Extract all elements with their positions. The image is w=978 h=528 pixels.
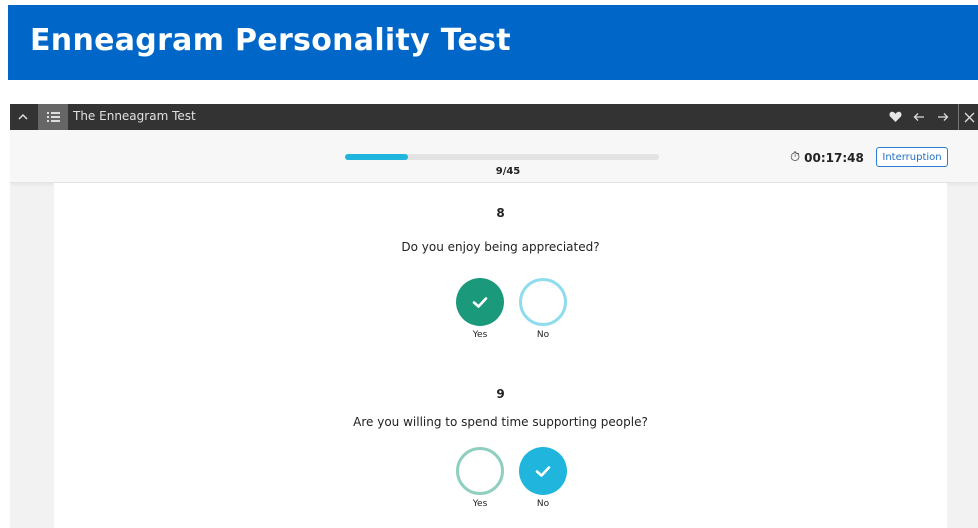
question-number: 9: [496, 387, 505, 401]
answer-yes-label: Yes: [472, 499, 488, 509]
question-number: 8: [496, 206, 505, 220]
interruption-button[interactable]: Interruption: [876, 147, 948, 167]
answer-no-button[interactable]: [519, 278, 567, 326]
timer: ⏱ 00:17:48: [790, 150, 864, 165]
progress-fill: [345, 154, 408, 160]
timer-value: 00:17:48: [804, 150, 864, 165]
checkmark-icon: [535, 466, 551, 477]
chevron-up-icon[interactable]: [10, 104, 36, 130]
arrow-left-icon[interactable]: [908, 104, 930, 130]
answer-no-label: No: [536, 330, 550, 340]
answer-yes-button[interactable]: [456, 278, 504, 326]
progress-bar: [345, 154, 659, 160]
question-card: 8 Do you enjoy being appreciated? Yes No…: [54, 183, 947, 528]
answer-yes-button[interactable]: [456, 447, 504, 495]
test-header: 9/45 ⏱ 00:17:48 Interruption: [10, 130, 978, 183]
heart-icon[interactable]: [884, 104, 906, 130]
test-frame: The Enneagram Test 9/45 ⏱ 00:17:48 Inter…: [10, 104, 978, 528]
stopwatch-icon: ⏱: [790, 150, 801, 165]
answer-no-button[interactable]: [519, 447, 567, 495]
close-icon[interactable]: [958, 104, 978, 130]
checkmark-icon: [472, 297, 488, 308]
progress-counter: 9/45: [495, 166, 521, 177]
page-banner: Enneagram Personality Test: [8, 5, 978, 80]
answer-yes-label: Yes: [472, 330, 488, 340]
viewer-toolbar: The Enneagram Test: [10, 104, 978, 130]
arrow-right-icon[interactable]: [932, 104, 954, 130]
answer-no-label: No: [536, 499, 550, 509]
list-icon[interactable]: [38, 104, 68, 130]
question-text: Are you willing to spend time supporting…: [353, 415, 648, 429]
page-title: Enneagram Personality Test: [30, 23, 511, 58]
viewer-title: The Enneagram Test: [73, 109, 196, 123]
question-text: Do you enjoy being appreciated?: [401, 240, 600, 254]
